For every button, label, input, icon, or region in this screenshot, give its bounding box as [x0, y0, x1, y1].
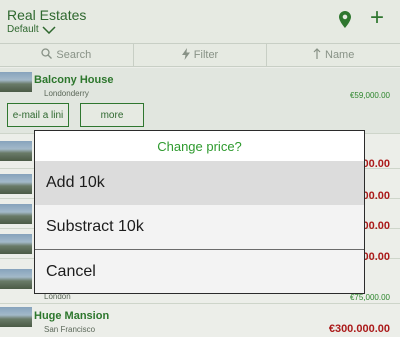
change-price-dialog: Change price? Add 10k Substract 10k Canc… — [34, 130, 365, 294]
subtract-10k-option[interactable]: Substract 10k — [35, 205, 364, 249]
add-10k-option[interactable]: Add 10k — [35, 161, 364, 205]
cancel-option[interactable]: Cancel — [35, 250, 364, 294]
dialog-title: Change price? — [35, 131, 364, 161]
